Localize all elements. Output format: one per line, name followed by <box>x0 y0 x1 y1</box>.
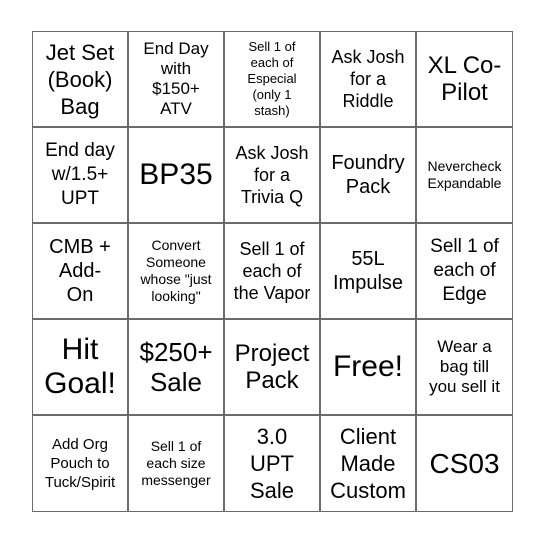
cell-text-line: Convert <box>151 237 201 253</box>
bingo-cell-sell-edge[interactable]: Sell 1 of each of Edge <box>417 224 513 320</box>
cell-text-line: Bag <box>60 93 100 119</box>
cell-text-line: $150+ <box>152 79 200 98</box>
cell-text-line: Sell 1 of <box>248 39 296 54</box>
cell-text-line: each of <box>433 260 496 281</box>
bingo-cell-55l-impulse[interactable]: 55L Impulse <box>321 224 417 320</box>
bingo-cell-wear-a-bag[interactable]: Wear a bag till you sell it <box>417 320 513 416</box>
cell-text-line: Pilot <box>441 79 488 106</box>
bingo-cell-project-pack[interactable]: Project Pack <box>225 320 321 416</box>
bingo-cell-bp35[interactable]: BP35 <box>129 128 225 224</box>
cell-text-line: CS03 <box>429 447 500 479</box>
bingo-cell-3-0-upt-sale[interactable]: 3.0 UPT Sale <box>225 416 321 512</box>
cell-text-line: UPT <box>60 188 99 209</box>
cell-text-line: Foundry <box>331 152 405 174</box>
cell-text-line: (Book) <box>47 66 113 92</box>
cell-text-line: Pouch to <box>50 455 110 472</box>
cell-text-line: (only 1 <box>252 87 292 102</box>
bingo-cell-hit-goal[interactable]: Hit Goal! <box>33 320 129 416</box>
cell-text-line: Pack <box>345 176 391 198</box>
bingo-cell-250-sale[interactable]: $250+ Sale <box>129 320 225 416</box>
cell-text-line: Free! <box>332 350 404 383</box>
bingo-cell-free-space[interactable]: Free! <box>321 320 417 416</box>
bingo-cell-jet-set-book-bag[interactable]: Jet Set (Book) Bag <box>33 32 129 128</box>
cell-text-line: Project <box>234 340 310 367</box>
cell-text-line: each size <box>146 455 206 471</box>
cell-text-line: 55L <box>351 248 385 270</box>
cell-text-line: Add- <box>58 260 102 282</box>
cell-text-line: $250+ <box>139 337 213 367</box>
cell-text-line: End day <box>45 140 115 161</box>
cell-text-line: Trivia Q <box>240 187 304 207</box>
cell-text-line: Client <box>339 424 397 449</box>
bingo-cell-foundry-pack[interactable]: Foundry Pack <box>321 128 417 224</box>
cell-text-line: Expandable <box>427 175 502 191</box>
cell-text-line: Made <box>340 451 396 476</box>
bingo-board: Jet Set (Book) Bag End Day with $150+ AT… <box>32 31 513 512</box>
cell-text-line: Wear a <box>437 337 492 356</box>
cell-text-line: messenger <box>141 472 211 488</box>
cell-text-line: Someone <box>146 254 206 270</box>
cell-text-line: CMB + <box>49 236 111 258</box>
cell-text-line: Custom <box>330 478 406 503</box>
cell-text-line: Especial <box>247 71 297 86</box>
bingo-cell-end-day-150-atv[interactable]: End Day with $150+ ATV <box>129 32 225 128</box>
bingo-cell-client-made-custom[interactable]: Client Made Custom <box>321 416 417 512</box>
bingo-cell-sell-each-size-messenger[interactable]: Sell 1 of each size messenger <box>129 416 225 512</box>
cell-text-line: looking" <box>151 288 201 304</box>
bingo-cell-add-org-pouch[interactable]: Add Org Pouch to Tuck/Spirit <box>33 416 129 512</box>
cell-text-line: bag till <box>439 357 490 376</box>
cell-text-line: Sale <box>249 478 295 503</box>
cell-text-line: Ask Josh <box>235 143 309 163</box>
cell-text-line: UPT <box>249 451 294 476</box>
cell-text-line: stash) <box>254 103 290 118</box>
cell-text-line: Pack <box>245 367 299 394</box>
cell-text-line: Tuck/Spirit <box>44 474 116 491</box>
cell-text-line: each of <box>250 55 294 70</box>
cell-text-line: XL Co- <box>427 52 502 79</box>
cell-text-line: w/1.5+ <box>51 164 109 185</box>
cell-text-line: Nevercheck <box>427 158 502 174</box>
bingo-cell-nevercheck-expandable[interactable]: Nevercheck Expandable <box>417 128 513 224</box>
cell-text-line: On <box>66 284 94 306</box>
bingo-cell-xl-co-pilot[interactable]: XL Co- Pilot <box>417 32 513 128</box>
cell-text-line: BP35 <box>139 158 213 191</box>
bingo-cell-sell-especial[interactable]: Sell 1 of each of Especial (only 1 stash… <box>225 32 321 128</box>
cell-text-line: for a <box>349 69 387 89</box>
bingo-cell-sell-vapor[interactable]: Sell 1 of each of the Vapor <box>225 224 321 320</box>
cell-text-line: Sell 1 of <box>239 239 305 259</box>
bingo-cell-end-day-1-5-upt[interactable]: End day w/1.5+ UPT <box>33 128 129 224</box>
cell-text-line: with <box>160 59 192 78</box>
cell-text-line: Impulse <box>332 272 404 294</box>
cell-text-line: Edge <box>442 284 487 305</box>
cell-text-line: 3.0 <box>256 424 288 449</box>
cell-text-line: ATV <box>160 99 192 118</box>
bingo-cell-convert-just-looking[interactable]: Convert Someone whose "just looking" <box>129 224 225 320</box>
cell-text-line: Sell 1 of <box>430 236 499 257</box>
cell-text-line: End Day <box>143 39 209 58</box>
bingo-cell-cs03[interactable]: CS03 <box>417 416 513 512</box>
cell-text-line: Add Org <box>52 436 108 453</box>
cell-text-line: each of <box>242 261 302 281</box>
cell-text-line: Sell 1 of <box>150 438 202 454</box>
cell-text-line: Goal! <box>44 367 116 400</box>
bingo-cell-ask-josh-trivia[interactable]: Ask Josh for a Trivia Q <box>225 128 321 224</box>
cell-text-line: Ask Josh <box>331 47 405 67</box>
cell-text-line: Jet Set <box>45 39 115 65</box>
bingo-cell-cmb-add-on[interactable]: CMB + Add- On <box>33 224 129 320</box>
cell-text-line: for a <box>253 165 291 185</box>
bingo-cell-ask-josh-riddle[interactable]: Ask Josh for a Riddle <box>321 32 417 128</box>
cell-text-line: you sell it <box>429 377 500 396</box>
cell-text-line: Hit <box>61 333 99 366</box>
cell-text-line: the Vapor <box>233 283 311 303</box>
cell-text-line: Sale <box>149 367 203 397</box>
cell-text-line: Riddle <box>342 91 394 111</box>
cell-text-line: whose "just <box>140 271 212 287</box>
